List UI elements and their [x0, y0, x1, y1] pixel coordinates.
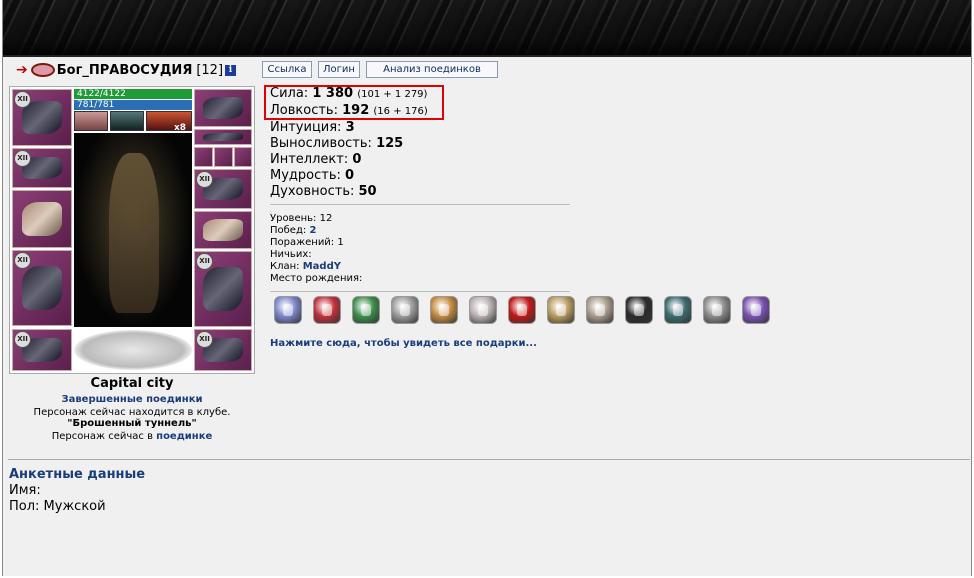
helmet-slot[interactable]: XII [12, 89, 72, 146]
divider [270, 204, 570, 205]
stats-list: Сила: 1 380 (101 + 1 279) Ловкость: 192 … [270, 86, 428, 200]
gift-icon[interactable] [313, 296, 341, 324]
clan-link[interactable]: MaddY [303, 261, 341, 272]
gift-icon[interactable] [430, 296, 458, 324]
stat-spirituality: Духовность: 50 [270, 184, 377, 199]
earrings-slot[interactable] [194, 89, 252, 127]
weapon-slot[interactable] [12, 190, 72, 248]
slot-badge: XII [196, 331, 213, 348]
effect-count: x8 [174, 123, 187, 133]
battle-analysis-button[interactable]: Анализ поединков [366, 61, 498, 78]
stat-intuition: Интуиция: 3 [270, 120, 355, 135]
ring-slot[interactable] [214, 147, 233, 167]
finished-battles-link[interactable]: Завершенные поединки [9, 394, 255, 405]
gift-icon[interactable] [547, 296, 575, 324]
location-block: Capital city Завершенные поединки Персон… [9, 376, 255, 442]
belt-slot[interactable]: XII [12, 329, 72, 371]
bracers-slot[interactable]: XII [12, 148, 72, 188]
boots-slot[interactable]: XII [194, 329, 252, 371]
slot-badge: XII [14, 252, 31, 269]
stat-agility: Ловкость: 192 (16 + 176) [270, 103, 428, 118]
character-header: ➔ Бог_ПРАВОСУДИЯ [12] i [16, 60, 237, 80]
mana-bar: 781/781 [74, 100, 192, 110]
effect-icon[interactable] [110, 111, 144, 131]
gift-icon[interactable] [391, 296, 419, 324]
gloves-slot[interactable]: XII [194, 169, 252, 209]
slot-badge: XII [14, 150, 31, 167]
hp-bar: 4122/4122 [74, 89, 192, 99]
stat-endurance: Выносливость: 125 [270, 136, 404, 151]
gift-icon[interactable] [664, 296, 692, 324]
header-banner [3, 0, 971, 57]
arrow-icon: ➔ [16, 62, 28, 78]
gift-icon[interactable] [586, 296, 614, 324]
gift-icon[interactable] [352, 296, 380, 324]
character-level: [12] [196, 62, 224, 78]
slot-badge: XII [196, 253, 213, 270]
gift-icon[interactable] [703, 296, 731, 324]
city-name: Capital city [90, 376, 174, 391]
all-gifts-link[interactable]: Нажмите сюда, чтобы увидеть все подарки.… [270, 338, 537, 349]
club-status: Персонаж сейчас находится в клубе. [33, 407, 231, 418]
link-button[interactable]: Ссылка [262, 61, 312, 78]
character-doll: XII XII XII XII 4122/4122 781/781 x8 XII… [9, 86, 255, 374]
stat-wisdom: Мудрость: 0 [270, 168, 355, 183]
gift-icon[interactable] [742, 296, 770, 324]
gifts-row [274, 296, 770, 324]
character-nick: Бог_ПРАВОСУДИЯ [56, 62, 193, 78]
club-name: "Брошенный туннель" [67, 418, 197, 429]
profile-title: Анкетные данные [9, 467, 146, 482]
login-button[interactable]: Логин [318, 61, 360, 78]
wins-link[interactable]: 2 [309, 225, 316, 236]
battle-status: Персонаж сейчас в [51, 431, 153, 442]
stat-strength: Сила: 1 380 (101 + 1 279) [270, 86, 428, 101]
gift-icon[interactable] [625, 296, 653, 324]
effect-icon[interactable] [74, 111, 108, 131]
fist-emblem-icon [74, 330, 192, 370]
gift-icon[interactable] [508, 296, 536, 324]
slot-badge: XII [14, 91, 31, 108]
stat-intellect: Интеллект: 0 [270, 152, 362, 167]
ring-slot[interactable] [234, 147, 252, 167]
necklace-slot[interactable] [194, 129, 252, 145]
ring-slot[interactable] [194, 147, 213, 167]
profile-name: Имя: [9, 483, 41, 498]
profile-block: Анкетные данные Имя: Пол: Мужской [9, 467, 145, 515]
shield-slot[interactable] [194, 211, 252, 249]
info-icon[interactable]: i [225, 64, 237, 76]
pants-slot[interactable]: XII [194, 251, 252, 327]
armor-slot[interactable]: XII [12, 250, 72, 326]
alignment-icon [30, 63, 55, 77]
slot-badge: XII [14, 331, 31, 348]
profile-gender: Пол: Мужской [9, 499, 106, 514]
divider [8, 459, 970, 460]
slot-badge: XII [196, 171, 213, 188]
battle-info: Уровень: 12 Побед: 2 Поражений: 1 Ничьих… [270, 213, 363, 284]
divider [270, 291, 570, 292]
battle-link[interactable]: поединке [156, 431, 212, 442]
gift-icon[interactable] [274, 296, 302, 324]
gift-icon[interactable] [469, 296, 497, 324]
character-portrait [74, 133, 192, 327]
